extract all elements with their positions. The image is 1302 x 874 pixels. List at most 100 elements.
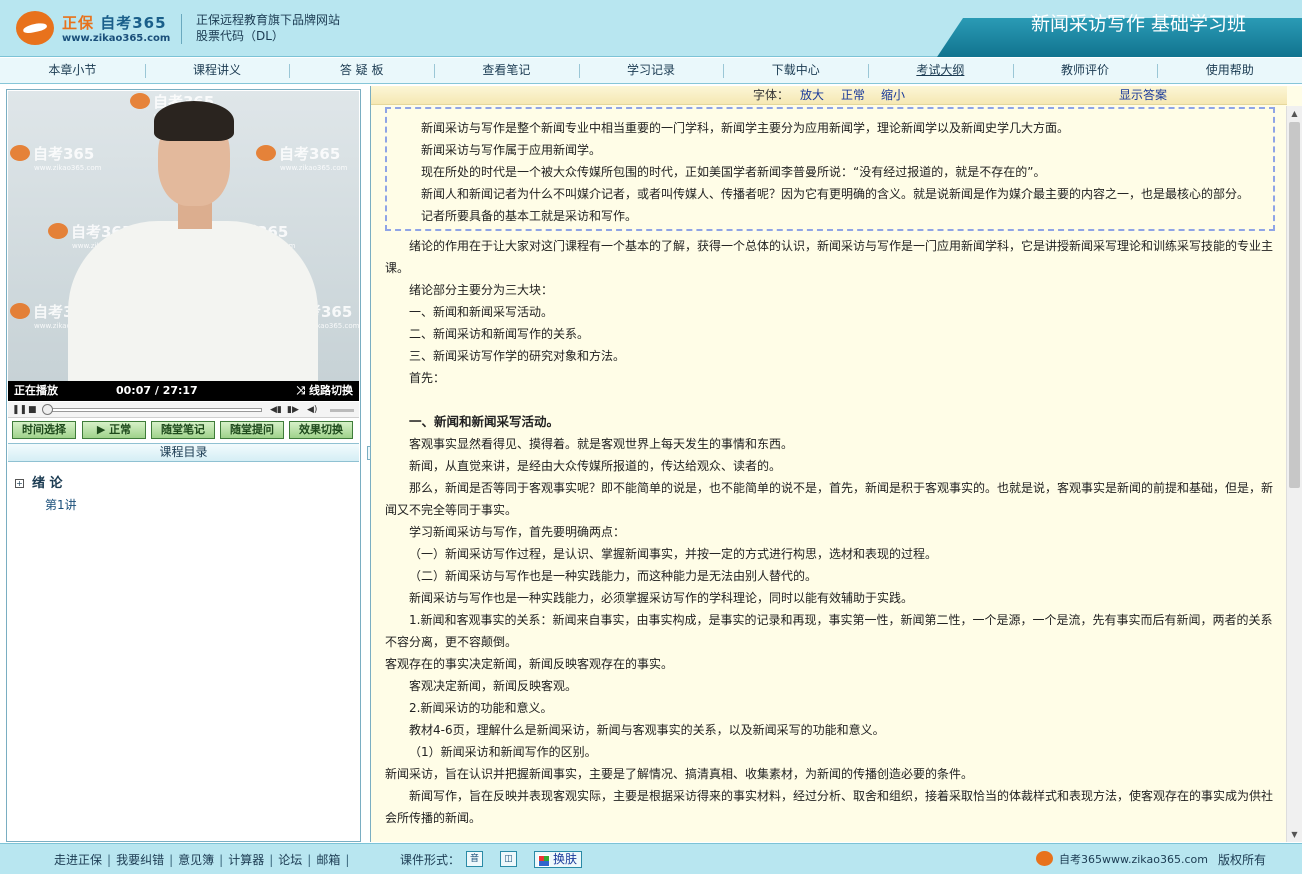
effect-switch-button[interactable]: 效果切换 <box>289 421 353 439</box>
lecture-paragraph: 二、新闻采访和新闻写作的关系。 <box>409 327 590 341</box>
lecturer-body <box>68 221 318 381</box>
main-nav: 本章小节 课程讲义 答 疑 板 查看笔记 学习记录 下载中心 考试大纲 教师评价… <box>0 58 1302 84</box>
font-size-label: 字体： <box>753 88 790 102</box>
footer-link-forum[interactable]: 论坛 <box>278 853 302 867</box>
layout-mode-icon[interactable]: ◫ <box>500 851 517 867</box>
summary-paragraph: 新闻采访与写作是整个新闻专业中相当重要的一门学科，新闻学主要分为应用新闻学，理论… <box>421 121 1070 135</box>
lecture-paragraph: 绪论的作用在于让大家对这门课程有一个基本的了解，获得一个总体的认识，新闻采访与写… <box>385 239 1274 275</box>
summary-box: 新闻采访与写作是整个新闻专业中相当重要的一门学科，新闻学主要分为应用新闻学，理论… <box>385 107 1275 231</box>
video-player[interactable]: 自考365 www.zikao365.com 自考365 www.zikao365.… <box>8 91 359 381</box>
font-shrink-button[interactable]: 缩小 <box>881 86 905 105</box>
summary-paragraph: 现在所处的时代是一个被大众传媒所包围的时代，正如美国学者新闻李普曼所说：“没有经… <box>421 165 1046 179</box>
font-toolbar: 字体： 放大 正常 缩小 显示答案 <box>371 86 1287 105</box>
time-select-button[interactable]: 时间选择 <box>12 421 76 439</box>
nav-teacher-evaluation[interactable]: 教师评价 <box>1012 58 1158 83</box>
header: 正保 自考365 www.zikao365.com 正保远程教育旗下品牌网站 股… <box>0 0 1302 57</box>
lecture-paragraph: （二）新闻采访与写作也是一种实践能力，而这种能力是无法由别人替代的。 <box>409 569 818 583</box>
nav-chapter-summary[interactable]: 本章小节 <box>0 58 145 83</box>
toc-lecture-1[interactable]: 第1讲 <box>45 496 77 513</box>
nav-view-notes[interactable]: 查看笔记 <box>434 58 579 83</box>
summary-paragraph: 新闻采访与写作属于应用新闻学。 <box>421 143 602 157</box>
footer-brand: 自考365www.zikao365.com <box>1036 851 1208 867</box>
font-normal-button[interactable]: 正常 <box>841 86 865 105</box>
expand-icon[interactable]: + <box>15 479 24 488</box>
site-logo[interactable]: 正保 自考365 www.zikao365.com <box>16 9 176 49</box>
forward-icon[interactable]: ▮▶ <box>287 403 299 417</box>
toc-title: 课程目录 <box>8 443 359 462</box>
header-slogan: 正保远程教育旗下品牌网站 股票代码（DL） <box>196 13 341 43</box>
lecture-text: 新闻采访与写作是整个新闻专业中相当重要的一门学科，新闻学主要分为应用新闻学，理论… <box>385 106 1275 842</box>
class-notes-button[interactable]: 随堂笔记 <box>151 421 215 439</box>
lecture-paragraph: 新闻采访，旨在认识并把握新闻事实，主要是了解情况、搞清真相、收集素材，为新闻的传… <box>385 767 974 781</box>
summary-paragraph: 新闻人和新闻记者为什么不叫媒介记者，或者叫传媒人、传播者呢？因为它有更明确的含义… <box>421 187 1250 201</box>
video-button-bar: 时间选择 ▶ 正常 随堂笔记 随堂提问 效果切换 <box>8 420 359 440</box>
nav-exam-syllabus[interactable]: 考试大纲 <box>868 58 1013 83</box>
footer-link-about[interactable]: 走进正保 <box>54 853 102 867</box>
video-watermark: 自考365www.zikao365.com <box>256 143 347 172</box>
lecture-paragraph: 学习新闻采访与写作，首先要明确两点： <box>409 525 626 539</box>
lecture-paragraph: 客观存在的事实决定新闻，新闻反映客观存在的事实。 <box>385 657 674 671</box>
nav-help[interactable]: 使用帮助 <box>1157 58 1302 83</box>
lecture-paragraph: 一、新闻和新闻采写活动。 <box>409 305 554 319</box>
nav-study-record[interactable]: 学习记录 <box>578 58 724 83</box>
class-question-button[interactable]: 随堂提问 <box>220 421 284 439</box>
lecture-paragraph: 新闻，从直觉来讲，是经由大众传媒所报道的，传达给观众、读者的。 <box>409 459 782 473</box>
lecture-paragraph: 那么，新闻是否等同于客观事实呢？即不能简单的说是，也不能简单的说不是，首先，新闻… <box>385 481 1274 517</box>
pause-icon[interactable]: ❚❚ <box>12 403 27 417</box>
lecture-paragraph: （1）新闻采访和新闻写作的区别。 <box>409 745 597 759</box>
show-answer-button[interactable]: 显示答案 <box>1119 86 1167 105</box>
scroll-down-icon[interactable]: ▼ <box>1287 827 1302 842</box>
courseware-mode-label: 课件形式： <box>400 853 461 867</box>
playback-status: 正在播放 <box>14 384 58 397</box>
lecture-paragraph: 三、新闻采访写作学的研究对象和方法。 <box>409 349 626 363</box>
copyright: 版权所有 <box>1218 853 1267 867</box>
audio-mode-icon[interactable]: 音 <box>466 851 483 867</box>
line-switch-button[interactable]: ⤨ 线路切换 <box>296 381 353 401</box>
lecture-paragraph: 客观事实显然看得见、摸得着。就是客观世界上每天发生的事情和东西。 <box>409 437 794 451</box>
footer-link-feedback[interactable]: 意见簿 <box>178 853 214 867</box>
logo-icon <box>16 11 54 45</box>
speed-normal-button[interactable]: ▶ 正常 <box>82 421 146 439</box>
summary-paragraph: 记者所要具备的基本工就是采访和写作。 <box>421 209 638 223</box>
seek-handle[interactable] <box>41 404 53 415</box>
nav-qa-board[interactable]: 答 疑 板 <box>289 58 434 83</box>
nav-download-center[interactable]: 下载中心 <box>723 58 868 83</box>
lecture-paragraph: 新闻写作，旨在反映并表现客观实际，主要是根据采访得来的事实材料，经过分析、取舍和… <box>385 789 1274 825</box>
footer-links: 走进正保 | 我要纠错 | 意见簿 | 计算器 | 论坛 | 邮箱 | <box>54 853 350 867</box>
lecture-body: 绪论的作用在于让大家对这门课程有一个基本的了解，获得一个总体的认识，新闻采访与写… <box>385 231 1275 829</box>
toc-chapter[interactable]: + 绪 论 <box>15 472 63 491</box>
lecture-paragraph: 2.新闻采访的功能和意义。 <box>409 701 553 715</box>
seek-bar[interactable] <box>46 408 262 412</box>
footer-link-email[interactable]: 邮箱 <box>316 853 340 867</box>
lecture-paragraph: 首先： <box>409 371 446 385</box>
footer-link-report-error[interactable]: 我要纠错 <box>116 853 164 867</box>
video-status-bar: 正在播放 00:07 / 27:17 ⤨ 线路切换 <box>8 381 359 401</box>
rewind-icon[interactable]: ◀▮ <box>270 403 282 417</box>
section-heading: 一、新闻和新闻采写活动。 <box>409 414 560 429</box>
playback-time: 00:07 / 27:17 <box>116 384 198 397</box>
change-skin-button[interactable]: 换肤 <box>534 851 583 868</box>
logo-name: 正保 自考365 <box>62 14 167 32</box>
stop-icon[interactable]: ■ <box>28 403 37 417</box>
volume-icon[interactable]: ◀) <box>307 403 317 417</box>
lecture-paragraph: 绪论部分主要分为三大块： <box>409 283 554 297</box>
player-controls: ❚❚ ■ ◀▮ ▮▶ ◀) <box>8 402 359 418</box>
logo-url: www.zikao365.com <box>62 33 171 44</box>
header-divider <box>181 14 182 44</box>
video-watermark: 自考365www.zikao365.com <box>10 143 101 172</box>
lecture-paragraph: 教材4-6页，理解什么是新闻采访，新闻与客观事实的关系，以及新闻采写的功能和意义… <box>409 723 885 737</box>
course-title: 新闻采访写作 基础学习班 <box>1030 13 1246 35</box>
font-enlarge-button[interactable]: 放大 <box>800 86 824 105</box>
lecturer-hair <box>154 101 234 141</box>
scroll-up-icon[interactable]: ▲ <box>1287 106 1302 121</box>
lecture-content-panel: 字体： 放大 正常 缩小 显示答案 新闻采访与写作是整个新闻专业中相当重要的一门… <box>370 86 1302 842</box>
footer-link-calculator[interactable]: 计算器 <box>228 853 264 867</box>
scroll-thumb[interactable] <box>1289 122 1300 488</box>
content-scrollbar[interactable]: ▲ ▼ <box>1286 106 1302 842</box>
lecture-paragraph: 客观决定新闻，新闻反映客观。 <box>409 679 578 693</box>
volume-slider[interactable] <box>330 409 354 412</box>
left-panel: 自考365 www.zikao365.com 自考365 www.zikao365.… <box>6 89 361 842</box>
nav-lecture-notes[interactable]: 课程讲义 <box>144 58 290 83</box>
lecture-paragraph: 新闻采访与写作也是一种实践能力，必须掌握采访写作的学科理论，同时以能有效辅助于实… <box>409 591 914 605</box>
